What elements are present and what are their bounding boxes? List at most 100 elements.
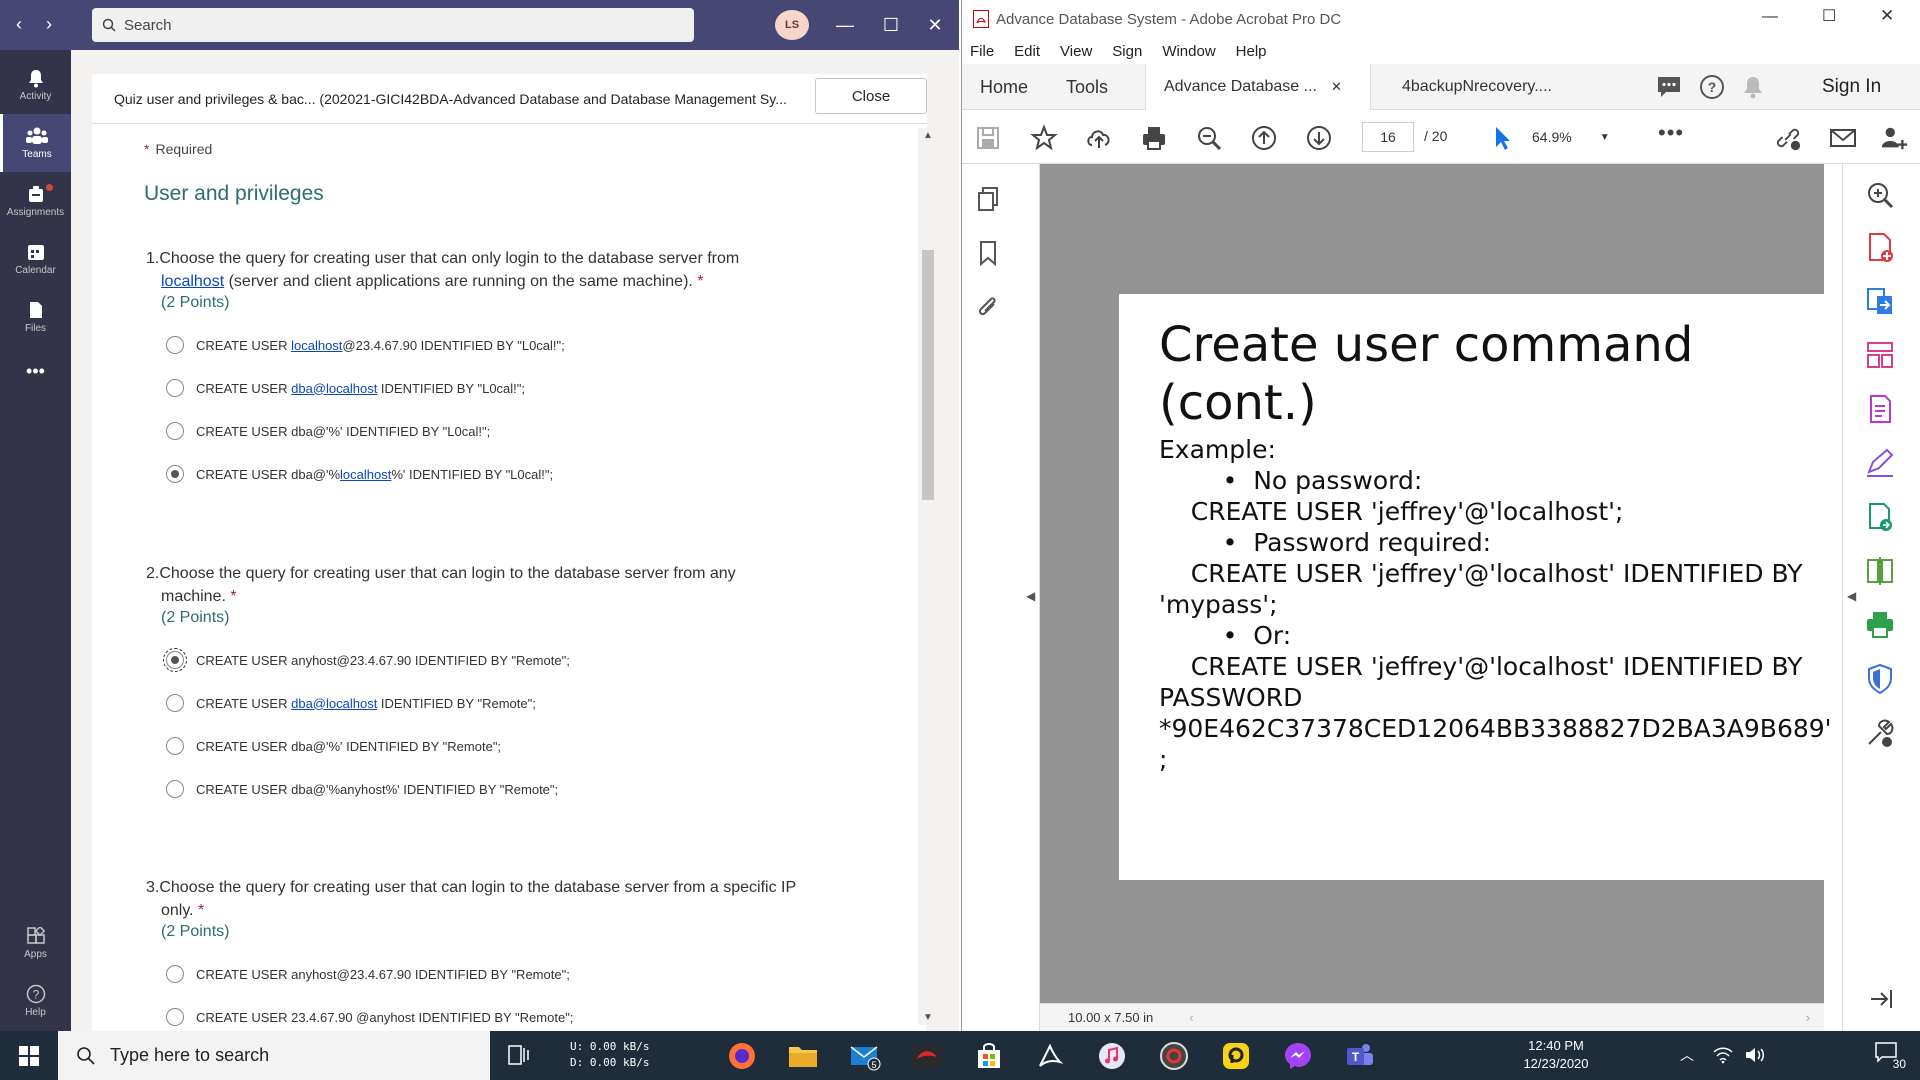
comment-icon[interactable] [1656,75,1682,99]
menu-sign[interactable]: Sign [1112,43,1142,60]
attachment-icon[interactable] [976,294,1000,320]
menu-help[interactable]: Help [1236,43,1267,60]
q2-option-4[interactable]: CREATE USER dba@'%anyhost%' IDENTIFIED B… [166,780,558,798]
share-link-icon[interactable] [1774,124,1802,152]
page-number-input[interactable]: 16 [1362,122,1414,152]
q3-option-1[interactable]: CREATE USER anyhost@23.4.67.90 IDENTIFIE… [166,965,570,983]
teams-taskbar-icon[interactable]: T [1340,1037,1380,1075]
action-center-button[interactable]: 30 [1870,1039,1906,1071]
start-button[interactable] [0,1031,58,1080]
radio-button[interactable] [166,780,184,798]
zoom-in-icon[interactable] [1863,178,1897,212]
send-for-review-icon[interactable] [1863,500,1897,534]
messenger-icon[interactable] [1278,1037,1318,1075]
scroll-down-arrow-icon[interactable]: ▼ [923,1012,933,1023]
menu-edit[interactable]: Edit [1014,43,1040,60]
rail-item-activity[interactable]: Activity [0,56,71,114]
acrobat-taskbar-icon[interactable] [1030,1037,1070,1075]
tab-document-active[interactable]: Advance Database ... ✕ [1145,64,1371,110]
q3-option-2[interactable]: CREATE USER 23.4.67.90 @anyhost IDENTIFI… [166,1008,573,1026]
radio-button[interactable] [166,379,184,397]
maximize-icon[interactable]: ☐ [1822,6,1836,26]
zoom-select[interactable]: 64.9% ▼ [1532,122,1622,152]
previous-page-icon[interactable] [1250,124,1278,152]
scroll-up-arrow-icon[interactable]: ▲ [923,130,933,141]
forward-arrow-icon[interactable]: › [38,10,60,38]
close-tab-icon[interactable]: ✕ [1331,79,1342,95]
rail-item-files[interactable]: Files [0,288,71,346]
page-thumbnails-icon[interactable] [976,186,1000,212]
collapse-right-pane-icon[interactable]: ◀ [1847,589,1856,603]
close-window-icon[interactable]: ✕ [918,8,952,42]
edit-pdf-icon[interactable] [1863,392,1897,426]
help-icon[interactable]: ? [1699,74,1725,100]
q2-option-2[interactable]: CREATE USER dba@localhost IDENTIFIED BY … [166,694,536,712]
rail-item-help[interactable]: ? Help [0,972,71,1030]
cloud-upload-icon[interactable] [1085,124,1113,152]
more-apps-ellipsis-icon[interactable]: ••• [0,342,71,400]
zoom-out-icon[interactable] [1195,124,1223,152]
protect-shield-icon[interactable] [1863,662,1897,696]
avatar[interactable]: LS [775,10,809,40]
tab-home[interactable]: Home [980,64,1028,110]
q1-option-4[interactable]: CREATE USER dba@'%localhost%' IDENTIFIED… [166,465,553,483]
form-scrollbar-thumb[interactable] [922,250,934,500]
add-user-icon[interactable] [1880,124,1908,152]
menu-file[interactable]: File [970,43,994,60]
search-input[interactable]: Search [92,8,694,42]
pico-app-icon[interactable] [1216,1037,1256,1075]
option-link[interactable]: dba@localhost [291,381,377,396]
rail-item-apps[interactable]: Apps [0,914,71,972]
itunes-icon[interactable] [1092,1037,1132,1075]
radio-button[interactable] [166,694,184,712]
back-arrow-icon[interactable]: ‹ [8,10,30,38]
game-app-icon[interactable] [907,1037,947,1075]
close-button[interactable]: Close [815,78,927,114]
organize-pages-icon[interactable] [1863,338,1897,372]
menu-view[interactable]: View [1060,43,1092,60]
mail-icon[interactable]: 5 [845,1037,885,1075]
rail-item-calendar[interactable]: Calendar [0,230,71,288]
close-window-icon[interactable]: ✕ [1880,6,1894,26]
option-link[interactable]: localhost [291,338,342,353]
file-explorer-icon[interactable] [783,1037,823,1075]
minimize-icon[interactable]: — [828,8,862,42]
taskbar-search-input[interactable]: Type here to search [58,1031,490,1080]
firefox-icon[interactable] [722,1037,762,1075]
select-cursor-icon[interactable] [1487,124,1515,152]
radio-button[interactable] [166,965,184,983]
collapse-left-pane-icon[interactable]: ◀ [1026,589,1035,603]
radio-button[interactable] [166,336,184,354]
system-clock[interactable]: 12:40 PM 12/23/2020 [1500,1037,1612,1073]
microsoft-store-icon[interactable] [969,1037,1009,1075]
radio-button[interactable] [166,1008,184,1026]
maximize-icon[interactable]: ☐ [874,8,908,42]
create-pdf-icon[interactable] [1863,230,1897,264]
option-link[interactable]: dba@localhost [291,696,377,711]
expand-pane-icon[interactable] [1863,982,1897,1016]
more-tools-icon[interactable] [1863,716,1897,750]
q2-option-3[interactable]: CREATE USER dba@'%' IDENTIFIED BY "Remot… [166,737,501,755]
save-icon[interactable] [974,124,1002,152]
sign-in-button[interactable]: Sign In [1822,64,1881,110]
radio-button[interactable] [166,737,184,755]
radio-button[interactable] [166,422,184,440]
radio-button-selected[interactable] [163,648,187,672]
wifi-icon[interactable] [1712,1046,1734,1064]
option-link[interactable]: localhost [340,467,391,482]
minimize-icon[interactable]: — [1762,8,1778,26]
notification-bell-icon[interactable] [1741,74,1765,100]
q2-option-1[interactable]: CREATE USER anyhost@23.4.67.90 IDENTIFIE… [163,648,570,672]
star-bookmark-icon[interactable] [1030,124,1058,152]
q1-option-2[interactable]: CREATE USER dba@localhost IDENTIFIED BY … [166,379,525,397]
bookmarks-icon[interactable] [978,240,998,266]
scroll-right-arrow-icon[interactable]: › [1806,1010,1810,1025]
compare-files-icon[interactable] [1863,554,1897,588]
more-options-icon[interactable]: ••• [1658,120,1684,146]
q1-option-1[interactable]: CREATE USER localhost@23.4.67.90 IDENTIF… [166,336,565,354]
radio-button-selected[interactable] [166,465,184,483]
volume-icon[interactable] [1744,1046,1766,1064]
export-pdf-icon[interactable] [1863,284,1897,318]
rail-item-teams[interactable]: Teams [0,114,71,172]
media-player-icon[interactable] [1154,1037,1194,1075]
